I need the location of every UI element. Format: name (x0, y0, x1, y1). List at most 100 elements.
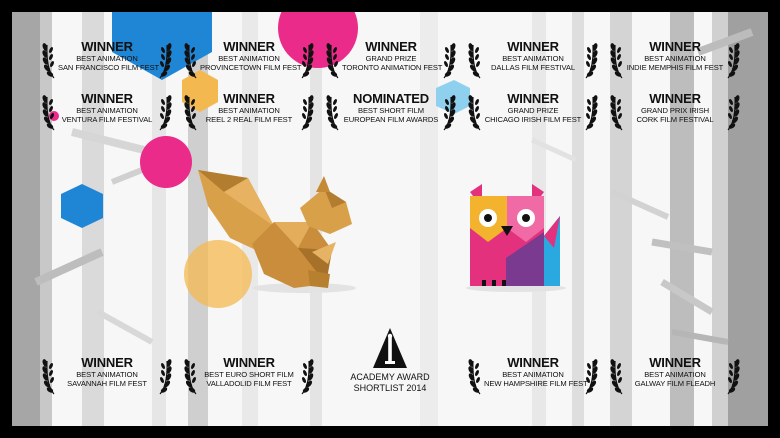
award-status: WINNER (365, 39, 417, 54)
award-laurel: NOMINATED BEST SHORT FILM EUROPEAN FILM AW… (326, 90, 456, 136)
award-laurel: WINNER BEST ANIMATION GALWAY FILM FLEADH (610, 354, 740, 400)
laurel-left-icon (42, 43, 55, 79)
award-status: WINNER (223, 91, 275, 106)
award-category: BEST ANIMATION (218, 106, 280, 115)
award-category: GRAND PRIZE (365, 54, 417, 63)
award-laurel: WINNER GRAND PRIX IRISH CORK FILM FESTIVAL (610, 90, 740, 136)
award-status: NOMINATED (353, 91, 429, 106)
oscar-statuette-icon (373, 328, 407, 368)
laurel-left-icon (184, 43, 197, 79)
award-laurel: WINNER GRAND PRIZE CHICAGO IRISH FILM FEST (468, 90, 598, 136)
laurel-right-icon (727, 359, 740, 395)
award-text: WINNER BEST ANIMATION REEL 2 REAL FILM FES… (200, 91, 298, 125)
award-status: WINNER (223, 355, 275, 370)
award-laurel: WINNER GRAND PRIZE TORONTO ANIMATION FEST (326, 38, 456, 84)
award-category: BEST ANIMATION (644, 54, 706, 63)
laurel-right-icon (585, 43, 598, 79)
award-status: WINNER (649, 39, 701, 54)
laurel-right-icon (727, 95, 740, 131)
award-text: WINNER BEST ANIMATION INDIE MEMPHIS FILM F… (626, 39, 724, 73)
award-text: WINNER GRAND PRIX IRISH CORK FILM FESTIVAL (626, 91, 724, 125)
laurel-right-icon (159, 95, 172, 131)
award-festival: VENTURA FILM FESTIVAL (61, 115, 153, 124)
award-festival: INDIE MEMPHIS FILM FEST (626, 63, 724, 72)
award-text: WINNER BEST ANIMATION GALWAY FILM FLEADH (626, 355, 724, 389)
award-laurel: WINNER BEST ANIMATION INDIE MEMPHIS FILM F… (610, 38, 740, 84)
laurel-left-icon (184, 359, 197, 395)
award-text: WINNER BEST ANIMATION NEW HAMPSHIRE FILM F… (484, 355, 588, 389)
award-category: BEST ANIMATION (76, 370, 138, 379)
award-status: WINNER (507, 355, 559, 370)
award-laurel: WINNER BEST ANIMATION REEL 2 REAL FILM FES… (184, 90, 314, 136)
award-laurel: WINNER BEST ANIMATION DALLAS FILM FESTIVAL (468, 38, 598, 84)
laurel-left-icon (468, 95, 481, 131)
laurel-right-icon (301, 359, 314, 395)
laurel-right-icon (443, 43, 456, 79)
award-category: GRAND PRIZE (507, 106, 559, 115)
award-category: BEST ANIMATION (218, 54, 280, 63)
award-category: BEST SHORT FILM (357, 106, 425, 115)
laurel-left-icon (42, 95, 55, 131)
award-status: WINNER (81, 39, 133, 54)
laurel-left-icon (42, 359, 55, 395)
award-festival: SAN FRANCISCO FILM FEST (58, 63, 160, 72)
award-status: WINNER (81, 91, 133, 106)
award-festival: DALLAS FILM FESTIVAL (491, 63, 575, 72)
laurel-right-icon (727, 43, 740, 79)
academy-award-shortlist: ACADEMY AWARD SHORTLIST 2014 (348, 328, 432, 398)
award-laurel: WINNER BEST ANIMATION VENTURA FILM FESTIVA… (42, 90, 172, 136)
award-status: WINNER (507, 91, 559, 106)
award-text: WINNER BEST ANIMATION DALLAS FILM FESTIVAL (484, 39, 582, 73)
oscar-line-2: SHORTLIST 2014 (353, 383, 427, 393)
award-category: BEST ANIMATION (502, 54, 564, 63)
orange-circle-bottom (184, 240, 252, 308)
laurel-right-icon (301, 95, 314, 131)
laurel-right-icon (443, 95, 456, 131)
award-laurel: WINNER BEST ANIMATION PROVINCETOWN FILM FE… (184, 38, 314, 84)
award-festival: GALWAY FILM FLEADH (634, 379, 716, 388)
laurel-left-icon (326, 43, 339, 79)
laurel-left-icon (468, 43, 481, 79)
award-laurel: WINNER BEST ANIMATION NEW HAMPSHIRE FILM F… (468, 354, 598, 400)
award-festival: CHICAGO IRISH FILM FEST (484, 115, 582, 124)
award-status: WINNER (507, 39, 559, 54)
award-festival: REEL 2 REAL FILM FEST (205, 115, 293, 124)
pink-circle-mid (140, 136, 192, 188)
award-category: BEST ANIMATION (76, 106, 138, 115)
award-category: BEST ANIMATION (502, 370, 564, 379)
award-text: WINNER GRAND PRIZE TORONTO ANIMATION FEST (342, 39, 442, 73)
laurel-left-icon (610, 43, 623, 79)
poster: WINNER BEST ANIMATION SAN FRANCISCO FILM F… (12, 12, 768, 426)
award-festival: PROVINCETOWN FILM FEST (200, 63, 302, 72)
award-status: WINNER (649, 91, 701, 106)
award-laurel: WINNER BEST ANIMATION SAN FRANCISCO FILM F… (42, 38, 172, 84)
laurel-right-icon (159, 359, 172, 395)
laurel-left-icon (610, 359, 623, 395)
award-festival: CORK FILM FESTIVAL (636, 115, 714, 124)
award-laurel: WINNER BEST EURO SHORT FILM VALLADOLID FIL… (184, 354, 314, 400)
laurel-right-icon (301, 43, 314, 79)
award-festival: EUROPEAN FILM AWARDS (343, 115, 439, 124)
award-text: WINNER BEST ANIMATION VENTURA FILM FESTIVA… (58, 91, 156, 125)
award-text: WINNER BEST ANIMATION SAN FRANCISCO FILM F… (58, 39, 160, 73)
award-festival: VALLADOLID FILM FEST (206, 379, 292, 388)
fox-illustration (466, 184, 566, 292)
laurel-left-icon (184, 95, 197, 131)
award-category: GRAND PRIX IRISH (640, 106, 710, 115)
award-laurel: WINNER BEST ANIMATION SAVANNAH FILM FEST (42, 354, 172, 400)
laurel-right-icon (159, 43, 172, 79)
award-festival: NEW HAMPSHIRE FILM FEST (484, 379, 588, 388)
award-text: WINNER BEST EURO SHORT FILM VALLADOLID FIL… (200, 355, 298, 389)
award-text: WINNER BEST ANIMATION PROVINCETOWN FILM FE… (200, 39, 302, 73)
award-status: WINNER (649, 355, 701, 370)
award-status: WINNER (81, 355, 133, 370)
oscar-line-1: ACADEMY AWARD (350, 372, 430, 382)
award-text: NOMINATED BEST SHORT FILM EUROPEAN FILM AW… (342, 91, 440, 125)
award-text: WINNER GRAND PRIZE CHICAGO IRISH FILM FEST (484, 91, 582, 125)
laurel-left-icon (610, 95, 623, 131)
laurel-right-icon (585, 359, 598, 395)
award-text: WINNER BEST ANIMATION SAVANNAH FILM FEST (58, 355, 156, 389)
laurel-right-icon (585, 95, 598, 131)
award-status: WINNER (223, 39, 275, 54)
laurel-left-icon (326, 95, 339, 131)
